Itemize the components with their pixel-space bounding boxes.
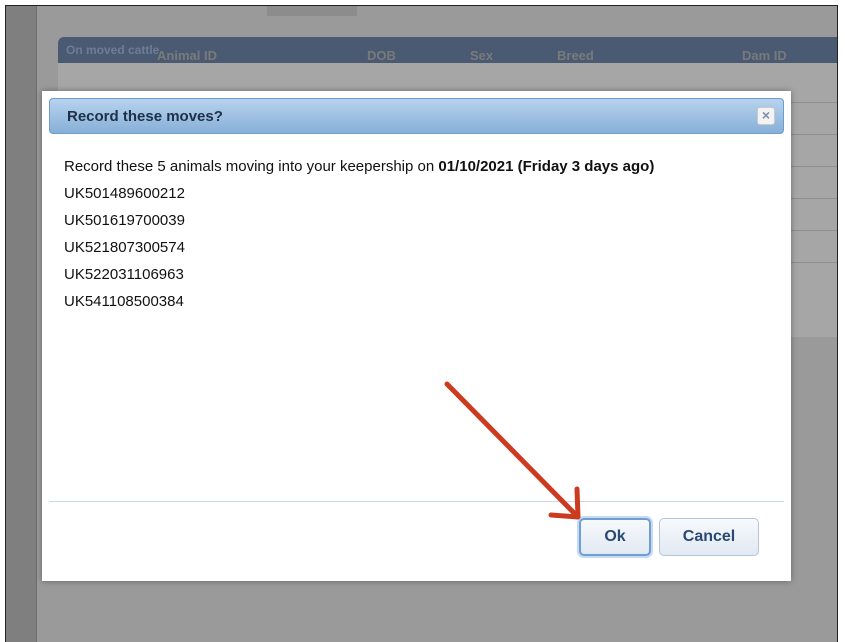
message-text: Record these 5 animals moving into your … (64, 158, 439, 175)
ok-button[interactable]: Ok (579, 518, 651, 556)
dialog-divider (49, 501, 784, 502)
close-icon[interactable]: × (757, 107, 775, 125)
column-header-dob: DOB (367, 48, 396, 63)
dialog-title: Record these moves? (67, 108, 223, 125)
move-date: 01/10/2021 (Friday 3 days ago) (438, 158, 655, 175)
left-rail (6, 6, 37, 642)
column-header-animal-id: Animal ID (157, 48, 217, 63)
dialog-titlebar: Record these moves? × (49, 98, 784, 134)
record-moves-dialog: Record these moves? × Record these 5 ani… (42, 91, 791, 581)
animal-id-item: UK521807300574 (64, 239, 185, 256)
top-bar-fragment (267, 6, 357, 16)
dialog-message: Record these 5 animals moving into your … (64, 153, 773, 315)
animal-id-item: UK522031106963 (64, 266, 184, 283)
column-header-dam-id: Dam ID (742, 48, 787, 63)
cancel-button[interactable]: Cancel (659, 518, 759, 556)
column-header-breed: Breed (557, 48, 594, 63)
animal-id-item: UK501489600212 (64, 185, 185, 202)
column-header-sex: Sex (470, 48, 494, 63)
animal-id-item: UK501619700039 (64, 212, 185, 229)
animal-id-item: UK541108500384 (64, 293, 184, 310)
